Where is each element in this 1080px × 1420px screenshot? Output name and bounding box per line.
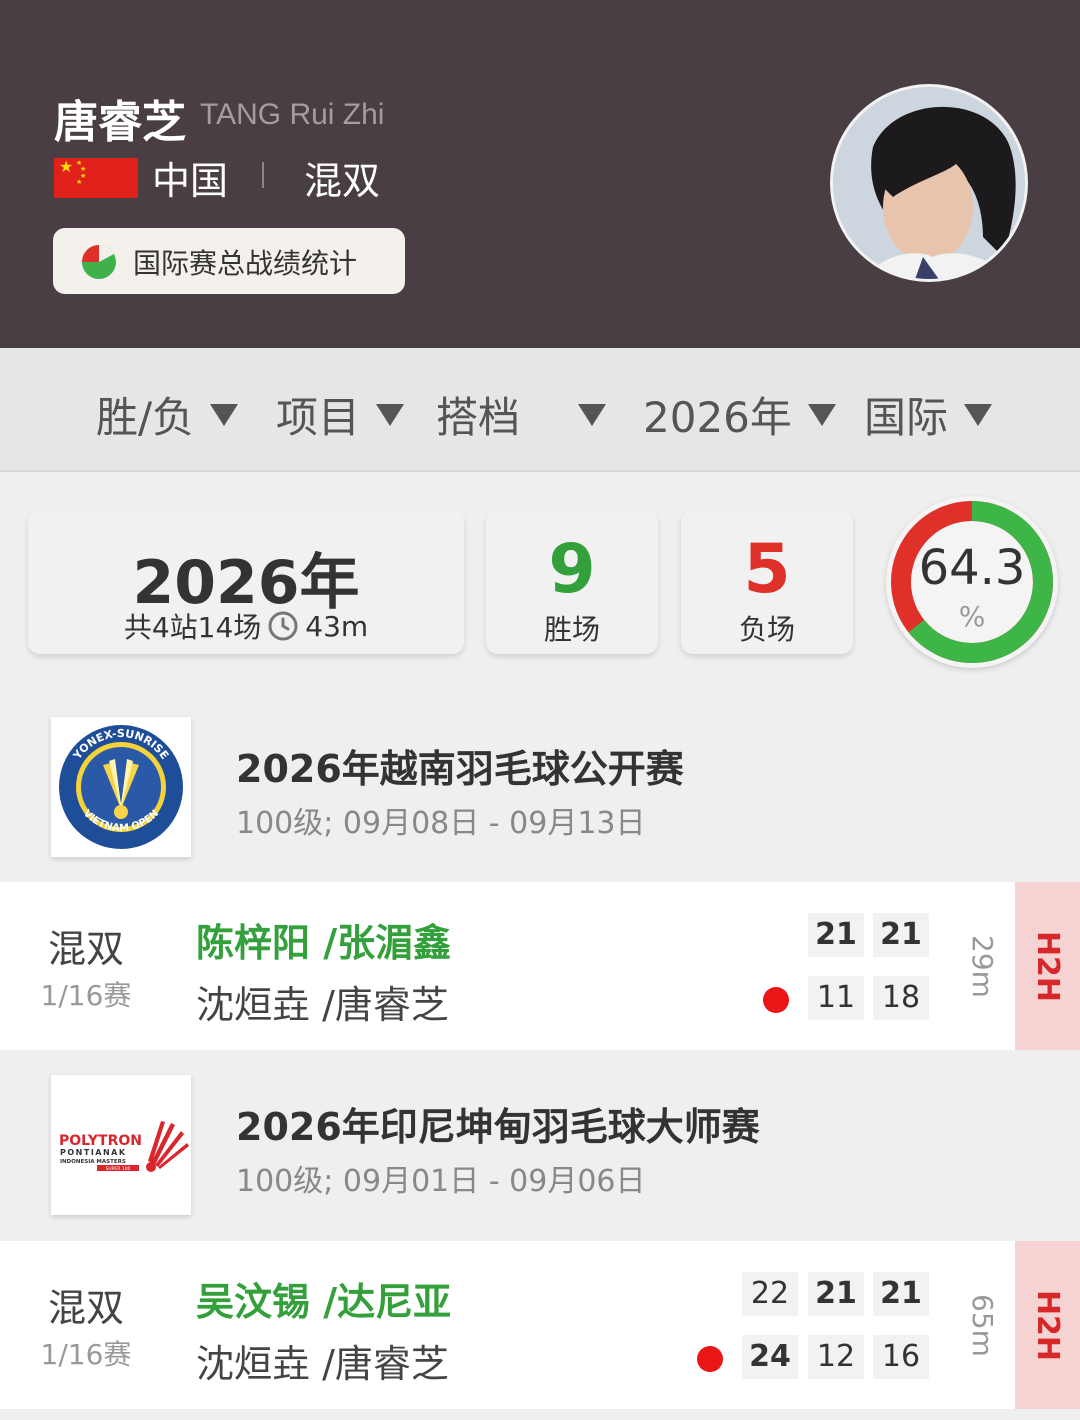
- dropdown-arrow-icon: [807, 403, 836, 426]
- h2h-button[interactable]: H2H: [1015, 1241, 1080, 1409]
- player-header: 唐睿芝 TANG Rui Zhi ★ ★ ★ ★ ★ 中国 混双 国际赛总战绩统…: [0, 0, 1080, 348]
- china-flag-icon: ★ ★ ★ ★ ★: [54, 158, 138, 198]
- header-divider: [262, 162, 264, 188]
- filter-event[interactable]: 项目: [276, 384, 405, 445]
- score-cell: 21: [873, 913, 929, 957]
- player-event: 混双: [304, 159, 381, 203]
- summary-detail: 共4站14场: [123, 611, 262, 644]
- clock-icon: [268, 611, 298, 641]
- loss-indicator-dot: [697, 1346, 723, 1372]
- logo-tier: SUPER 100: [106, 1166, 131, 1172]
- score-cell: 22: [742, 1272, 798, 1316]
- h2h-button[interactable]: H2H: [1015, 882, 1080, 1050]
- international-stats-button[interactable]: 国际赛总战绩统计: [53, 228, 405, 294]
- player-name-en: TANG Rui Zhi: [200, 98, 385, 131]
- filter-year[interactable]: 2026年: [643, 384, 836, 445]
- win-rate-unit: %: [958, 600, 986, 633]
- dropdown-arrow-icon: [376, 403, 405, 426]
- losses-count: 5: [743, 530, 791, 609]
- losses-label: 负场: [738, 613, 795, 646]
- player-country: 中国: [152, 159, 229, 203]
- match-round: 1/16赛: [40, 979, 132, 1012]
- score-cell: 11: [808, 976, 864, 1020]
- score-cell: 16: [873, 1335, 929, 1379]
- logo-event: INDONESIA MASTERS: [60, 1159, 126, 1165]
- tournament-name: 2026年越南羽毛球公开赛: [236, 747, 684, 791]
- vietnam-open-logo: YONEX-SUNRISE VIETNAM OPEN: [51, 717, 191, 857]
- dropdown-arrow-icon: [578, 403, 607, 426]
- filter-win-loss[interactable]: 胜/负: [96, 384, 239, 445]
- wins-count: 9: [548, 530, 596, 609]
- score-cell: 21: [808, 913, 864, 957]
- player-avatar: [830, 84, 1028, 282]
- tournament-name: 2026年印尼坤甸羽毛球大师赛: [236, 1105, 760, 1149]
- match-round: 1/16赛: [40, 1338, 132, 1371]
- score-cell: 18: [873, 976, 929, 1020]
- score-cell: 24: [742, 1335, 798, 1379]
- summary-duration: 43m: [305, 609, 369, 643]
- dropdown-arrow-icon: [210, 403, 239, 426]
- filter-scope[interactable]: 国际: [864, 384, 993, 445]
- indonesia-masters-logo: POLYTRON PONTIANAK INDONESIA MASTERS SUP…: [51, 1075, 191, 1215]
- dropdown-arrow-icon: [964, 403, 993, 426]
- match-winners[interactable]: 陈梓阳 /张湄鑫: [196, 912, 451, 967]
- wins-label: 胜场: [543, 613, 600, 646]
- logo-city: PONTIANAK: [60, 1148, 127, 1157]
- score-cell: 12: [808, 1335, 864, 1379]
- match-type: 混双: [47, 927, 124, 971]
- match-type: 混双: [47, 1286, 124, 1330]
- stats-button-label: 国际赛总战绩统计: [133, 247, 358, 280]
- match-winners[interactable]: 吴汶锡 /达尼亚: [196, 1271, 451, 1326]
- player-name-cn: 唐睿芝: [54, 97, 186, 148]
- year-summary-card: 2026年 共4站14场 43m: [28, 510, 464, 654]
- logo-brand: POLYTRON: [59, 1133, 142, 1149]
- loss-indicator-dot: [763, 987, 789, 1013]
- tournament-info: 100级; 09月01日 - 09月06日: [236, 1164, 646, 1199]
- match-losers[interactable]: 沈烜垚 /唐睿芝: [196, 974, 449, 1029]
- score-cell: 21: [873, 1272, 929, 1316]
- score-cell: 21: [808, 1272, 864, 1316]
- summary-detail-row: 共4站14场 43m: [28, 606, 464, 646]
- losses-card: 5 负场: [681, 510, 853, 654]
- match-losers[interactable]: 沈烜垚 /唐睿芝: [196, 1333, 449, 1388]
- pie-chart-icon: [82, 245, 116, 279]
- match-row[interactable]: 混双 1/16赛 陈梓阳 /张湄鑫 沈烜垚 /唐睿芝 21 21 11 18 2…: [0, 882, 1080, 1050]
- filter-partner[interactable]: 搭档: [436, 384, 607, 445]
- match-row[interactable]: 混双 1/16赛 吴汶锡 /达尼亚 沈烜垚 /唐睿芝 22 21 21 24 1…: [0, 1241, 1080, 1409]
- win-rate-value: 64.3: [918, 540, 1026, 596]
- tournament-info: 100级; 09月08日 - 09月13日: [236, 806, 646, 841]
- wins-card: 9 胜场: [486, 510, 658, 654]
- match-duration: 29m: [965, 934, 999, 998]
- tournament-header[interactable]: POLYTRON PONTIANAK INDONESIA MASTERS SUP…: [0, 1052, 1080, 1240]
- tournament-header[interactable]: YONEX-SUNRISE VIETNAM OPEN 2026年越南羽毛球公开赛…: [0, 694, 1080, 882]
- match-duration: 65m: [965, 1293, 999, 1357]
